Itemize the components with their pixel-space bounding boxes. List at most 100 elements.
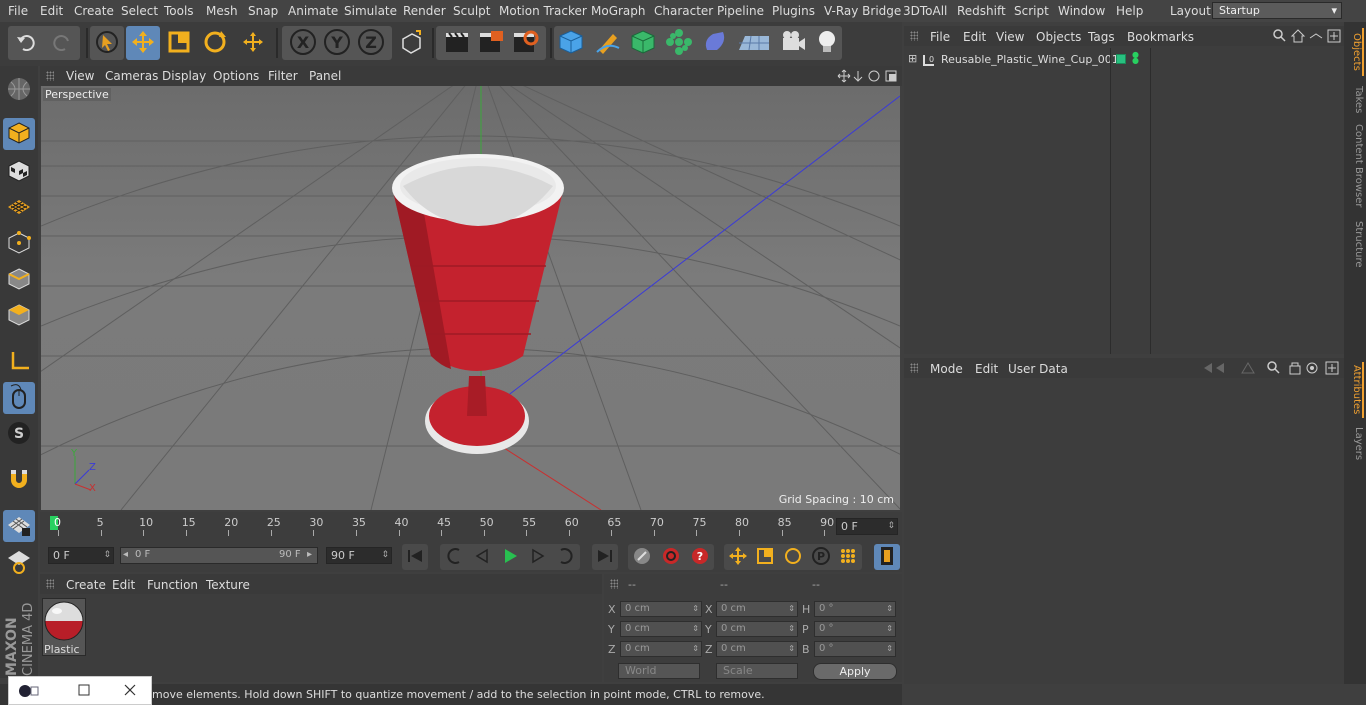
polygons-mode-button[interactable] [3,300,35,332]
key-pla-icon[interactable] [838,546,858,569]
material-menu-edit[interactable]: Edit [112,578,135,592]
object-menu-edit[interactable]: Edit [963,30,986,44]
render-picture-viewer-icon[interactable] [477,29,505,58]
menu-mesh[interactable]: Mesh [206,4,238,18]
apply-button[interactable]: Apply [813,663,897,680]
tab-layers[interactable]: Layers [1346,426,1364,462]
redo-icon[interactable] [50,33,72,54]
material-swatch[interactable]: Plastic [42,598,86,656]
menu-file[interactable]: File [8,4,28,18]
menu-sculpt[interactable]: Sculpt [453,4,490,18]
pen-icon[interactable] [593,28,621,59]
y-axis-icon[interactable]: Y [323,28,351,59]
object-menu-tags[interactable]: Tags [1088,30,1115,44]
move-button[interactable] [126,26,160,60]
wine-cup-model[interactable] [392,154,564,454]
current-frame-field[interactable]: 0 F [836,518,898,535]
texture-mode-button[interactable] [3,156,35,188]
rot-p-field[interactable]: 0 ° [814,621,896,637]
pos-y-field[interactable]: 0 cm [620,621,702,637]
edges-mode-button[interactable] [3,264,35,296]
menu-pipeline[interactable]: Pipeline [717,4,764,18]
object-row[interactable]: ⊞ 0 Reusable_Plastic_Wine_Cup_001 ● ● [904,51,1344,70]
menu-script[interactable]: Script [1014,4,1049,18]
size-x-field[interactable]: 0 cm [716,601,798,617]
perspective-viewport[interactable]: Y Z X Perspective Grid Spacing : 10 cm [41,86,900,510]
floor-icon[interactable] [737,28,771,59]
viewport-menu-cameras[interactable]: Cameras [105,69,158,83]
viewport-nav-icons[interactable] [836,68,898,87]
key-scale-icon[interactable] [755,546,775,569]
goto-end-button[interactable] [592,544,618,570]
close-icon[interactable] [123,683,137,700]
menu-plugins[interactable]: Plugins [772,4,815,18]
keyframe-help-icon[interactable]: ? [690,546,710,569]
range-right-arrow[interactable]: ▸ [307,549,312,560]
autokey-icon[interactable] [661,546,681,569]
menu-redshift[interactable]: Redshift [957,4,1006,18]
z-axis-icon[interactable]: Z [357,28,385,59]
layer-color-swatch[interactable] [1116,54,1126,64]
tab-takes[interactable]: Takes [1346,82,1364,118]
live-selection-button[interactable] [90,26,124,60]
rot-h-field[interactable]: 0 ° [814,601,896,617]
play-icon[interactable] [501,547,519,568]
tab-attributes[interactable]: Attributes [1346,362,1364,418]
material-menu-create[interactable]: Create [66,578,106,592]
workplane-lock-button[interactable] [3,510,35,542]
x-axis-icon[interactable]: X [289,28,317,59]
pos-z-field[interactable]: 0 cm [620,641,702,657]
subdivision-icon[interactable] [629,28,657,59]
object-name[interactable]: Reusable_Plastic_Wine_Cup_001 [941,53,1119,66]
viewport-menu-panel[interactable]: Panel [309,69,341,83]
size-mode-select[interactable]: Scale [716,663,798,679]
menu-animate[interactable]: Animate [288,4,338,18]
drag-handle[interactable] [46,579,54,589]
menu-mograph[interactable]: MoGraph [591,4,646,18]
attribute-menu-edit[interactable]: Edit [975,362,998,376]
size-y-field[interactable]: 0 cm [716,621,798,637]
attribute-menu-mode[interactable]: Mode [930,362,963,376]
drag-handle[interactable] [610,579,618,589]
light-icon[interactable] [815,28,839,59]
start-frame-field[interactable]: 0 F [48,547,114,564]
menu-create[interactable]: Create [74,4,114,18]
menu-edit[interactable]: Edit [40,4,63,18]
tab-structure[interactable]: Structure [1346,218,1364,270]
next-key-icon[interactable] [557,547,575,568]
layout-select[interactable]: Startup [1212,2,1342,19]
viewport-menu-view[interactable]: View [66,69,94,83]
pos-x-field[interactable]: 0 cm [620,601,702,617]
axis-mode-button[interactable] [3,346,35,378]
recent-tool-button[interactable] [236,26,270,60]
prev-key-icon[interactable] [445,547,463,568]
scale-button[interactable] [162,26,196,60]
coord-system-select[interactable]: World [618,663,700,679]
snap-button[interactable] [3,464,35,496]
goto-start-button[interactable] [402,544,428,570]
key-param-icon[interactable]: P [811,546,831,569]
tweak-mode-button[interactable] [3,382,35,414]
menu-simulate[interactable]: Simulate [344,4,397,18]
prev-frame-icon[interactable] [473,547,491,568]
rotate-button[interactable] [198,26,232,60]
cube-icon[interactable] [557,28,585,59]
undo-icon[interactable] [16,33,38,54]
key-position-icon[interactable] [728,546,748,569]
material-menu-texture[interactable]: Texture [206,578,250,592]
edit-render-settings-icon[interactable] [511,29,539,58]
cloner-icon[interactable] [665,28,693,59]
range-left-arrow[interactable]: ◂ [123,549,128,560]
solo-button[interactable]: S [3,418,35,450]
model-mode-button[interactable] [3,118,35,150]
points-mode-button[interactable] [3,228,35,260]
object-menu-view[interactable]: View [996,30,1024,44]
timeline-track[interactable]: 0 5 10 15 20 25 30 35 40 45 50 55 60 65 70 75 80 85 90 [50,516,834,536]
object-menu-bookmarks[interactable]: Bookmarks [1127,30,1194,44]
menu-select[interactable]: Select [121,4,158,18]
viewport-menu-display[interactable]: Display [162,69,206,83]
menu-vray-bridge[interactable]: V-Ray Bridge [824,4,901,18]
end-frame-field[interactable]: 90 F [326,547,392,564]
next-frame-icon[interactable] [529,547,547,568]
rot-b-field[interactable]: 0 ° [814,641,896,657]
